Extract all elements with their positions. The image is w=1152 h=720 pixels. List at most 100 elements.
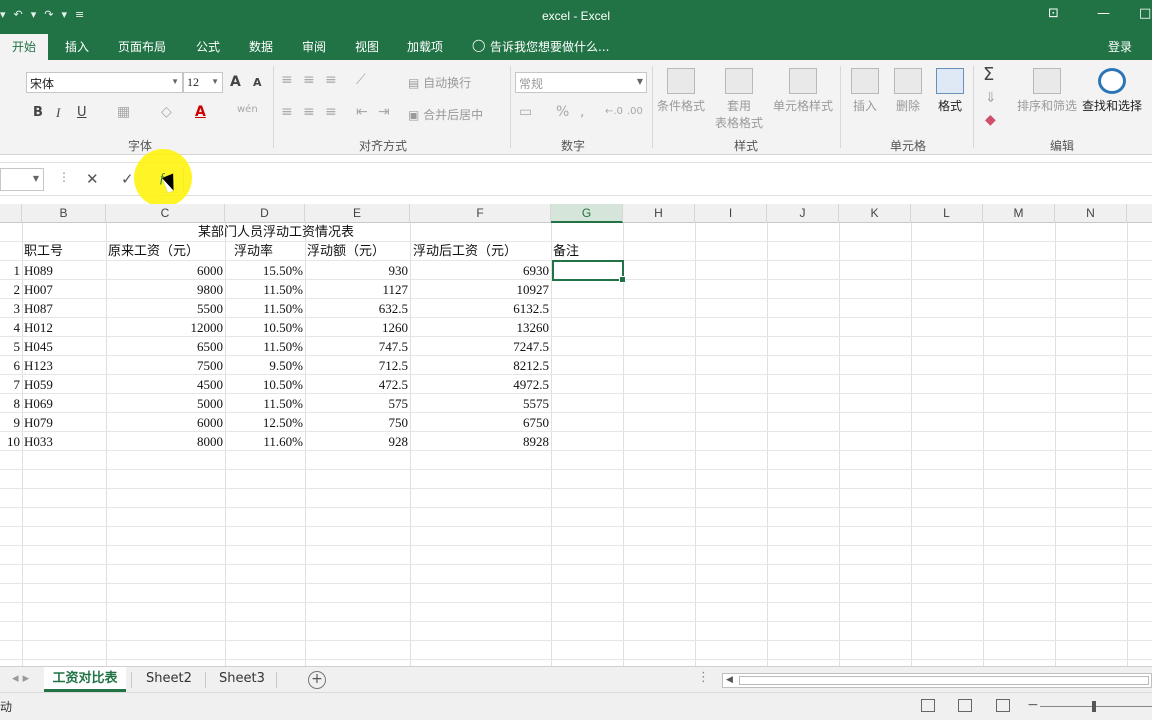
header-float-rate[interactable]: 浮动率 bbox=[234, 241, 273, 260]
row-number[interactable]: 10 bbox=[0, 432, 20, 451]
cell-original-salary[interactable]: 5500 bbox=[106, 299, 223, 318]
cell-original-salary[interactable]: 12000 bbox=[106, 318, 224, 337]
select-all-corner[interactable] bbox=[0, 204, 22, 223]
align-center-icon[interactable]: ≡ bbox=[303, 104, 315, 120]
maximize-icon[interactable]: □ bbox=[1139, 6, 1151, 21]
clear-icon[interactable]: ◆ bbox=[985, 112, 996, 128]
normal-view-icon[interactable] bbox=[921, 699, 935, 712]
bold-button[interactable]: B bbox=[33, 105, 43, 120]
tab-addins[interactable]: 加载项 bbox=[407, 38, 443, 55]
cell-float-rate[interactable]: 10.50% bbox=[225, 318, 303, 337]
column-header-b[interactable]: B bbox=[22, 204, 106, 223]
cell-employee-id[interactable]: H059 bbox=[24, 375, 104, 394]
tab-home[interactable]: 开始 bbox=[0, 34, 49, 60]
cell-styles-button[interactable]: 单元格样式 bbox=[768, 68, 838, 114]
cell-original-salary[interactable]: 5000 bbox=[106, 394, 223, 413]
cell-salary-after[interactable]: 8928 bbox=[410, 432, 549, 451]
cell-salary-after[interactable]: 6750 bbox=[410, 413, 549, 432]
column-header-k[interactable]: K bbox=[839, 204, 911, 223]
cell-employee-id[interactable]: H007 bbox=[24, 280, 104, 299]
add-sheet-button[interactable]: + bbox=[308, 671, 326, 689]
cell-employee-id[interactable]: H069 bbox=[24, 394, 104, 413]
sign-in-link[interactable]: 登录 bbox=[1108, 38, 1132, 55]
comma-style-button[interactable]: , bbox=[580, 104, 584, 120]
cell-employee-id[interactable]: H089 bbox=[24, 261, 104, 280]
cell-employee-id[interactable]: H045 bbox=[24, 337, 104, 356]
row-number[interactable]: 7 bbox=[0, 375, 21, 394]
cancel-entry-button[interactable]: ✕ bbox=[86, 170, 99, 188]
row-number[interactable]: 1 bbox=[0, 261, 21, 280]
cell-salary-after[interactable]: 4972.5 bbox=[410, 375, 549, 394]
number-format-select[interactable]: 常规 ▼ bbox=[515, 72, 647, 93]
row-number[interactable]: 6 bbox=[0, 356, 21, 375]
cell-employee-id[interactable]: H033 bbox=[24, 432, 104, 451]
align-bottom-icon[interactable]: ≡ bbox=[325, 72, 337, 88]
wrap-text-button[interactable]: ▤ 自动换行 bbox=[408, 74, 471, 91]
underline-button[interactable]: U bbox=[77, 105, 87, 120]
row-number[interactable]: 8 bbox=[0, 394, 21, 413]
cell-employee-id[interactable]: H079 bbox=[24, 413, 104, 432]
cell-employee-id[interactable]: H012 bbox=[24, 318, 104, 337]
splitter-handle-icon[interactable]: ⋮ bbox=[697, 670, 710, 685]
increase-decimal-button[interactable]: ←.0 bbox=[605, 106, 623, 117]
cell-employee-id[interactable]: H087 bbox=[24, 299, 104, 318]
column-header-l[interactable]: L bbox=[911, 204, 983, 223]
cell-float-amount[interactable]: 472.5 bbox=[305, 375, 408, 394]
tell-me-search[interactable]: 告诉我您想要做什么... bbox=[490, 38, 609, 55]
column-header-f[interactable]: F bbox=[410, 204, 551, 223]
sheet-tab-3[interactable]: Sheet3 bbox=[213, 667, 271, 692]
autosum-icon[interactable]: Σ bbox=[983, 64, 994, 85]
format-cells-button[interactable]: 格式 bbox=[915, 68, 985, 114]
cell-salary-after[interactable]: 7247.5 bbox=[410, 337, 549, 356]
column-header-g[interactable]: G bbox=[551, 204, 623, 223]
formula-input[interactable] bbox=[183, 168, 1152, 191]
merge-center-button[interactable]: ▣ 合并后居中 bbox=[408, 106, 483, 123]
shrink-font-icon[interactable]: A bbox=[253, 76, 262, 89]
sheet-tab-1[interactable]: 工资对比表 bbox=[44, 667, 126, 692]
sheet-tab-2[interactable]: Sheet2 bbox=[140, 667, 198, 692]
align-top-icon[interactable]: ≡ bbox=[281, 72, 293, 88]
increase-indent-icon[interactable]: ⇥ bbox=[378, 104, 390, 120]
cell-original-salary[interactable]: 9800 bbox=[106, 280, 223, 299]
cell-original-salary[interactable]: 4500 bbox=[106, 375, 223, 394]
cell-original-salary[interactable]: 8000 bbox=[106, 432, 223, 451]
cell-float-rate[interactable]: 11.50% bbox=[225, 299, 303, 318]
column-header-i[interactable]: I bbox=[695, 204, 767, 223]
cell-float-rate[interactable]: 11.50% bbox=[225, 337, 303, 356]
font-color-icon[interactable]: A bbox=[195, 104, 206, 120]
cell-float-amount[interactable]: 1127 bbox=[305, 280, 408, 299]
tab-scroll-icon[interactable]: ◂ ▸ bbox=[6, 667, 35, 692]
minimize-icon[interactable]: — bbox=[1097, 6, 1110, 21]
cell-float-amount[interactable]: 747.5 bbox=[305, 337, 408, 356]
column-header-h[interactable]: H bbox=[623, 204, 695, 223]
borders-icon[interactable]: ▦ bbox=[117, 104, 130, 120]
cell-salary-after[interactable]: 13260 bbox=[410, 318, 550, 337]
font-name-select[interactable]: 宋体 ▼ bbox=[26, 72, 183, 93]
header-employee-id[interactable]: 职工号 bbox=[24, 241, 63, 260]
phonetic-icon[interactable]: wén bbox=[237, 104, 258, 115]
column-header-e[interactable]: E bbox=[305, 204, 410, 223]
decrease-indent-icon[interactable]: ⇤ bbox=[356, 104, 368, 120]
page-break-view-icon[interactable] bbox=[996, 699, 1010, 712]
grow-font-icon[interactable]: A bbox=[230, 74, 241, 90]
column-header-d[interactable]: D bbox=[225, 204, 305, 223]
worksheet-grid[interactable]: BCDEFGHIJKLMN 某部门人员浮动工资情况表 职工号 原来工资（元） 浮… bbox=[0, 204, 1152, 666]
cell-float-rate[interactable]: 12.50% bbox=[225, 413, 303, 432]
cell-float-rate[interactable]: 11.50% bbox=[225, 280, 303, 299]
tab-page-layout[interactable]: 页面布局 bbox=[118, 38, 166, 55]
cell-original-salary[interactable]: 6500 bbox=[106, 337, 223, 356]
cell-float-amount[interactable]: 575 bbox=[305, 394, 409, 413]
column-header-j[interactable]: J bbox=[767, 204, 839, 223]
decrease-decimal-button[interactable]: .00 bbox=[627, 106, 643, 117]
active-cell-g3[interactable] bbox=[552, 260, 626, 283]
fill-icon[interactable]: ⇓ bbox=[985, 90, 997, 106]
cell-float-amount[interactable]: 750 bbox=[305, 413, 409, 432]
tab-data[interactable]: 数据 bbox=[249, 38, 273, 55]
cell-original-salary[interactable]: 6000 bbox=[106, 261, 223, 280]
row-number[interactable]: 3 bbox=[0, 299, 21, 318]
header-original-salary[interactable]: 原来工资（元） bbox=[108, 241, 199, 260]
align-right-icon[interactable]: ≡ bbox=[325, 104, 337, 120]
orientation-icon[interactable]: ⟋ bbox=[356, 72, 366, 88]
cell-original-salary[interactable]: 7500 bbox=[106, 356, 223, 375]
cell-float-amount[interactable]: 632.5 bbox=[305, 299, 408, 318]
